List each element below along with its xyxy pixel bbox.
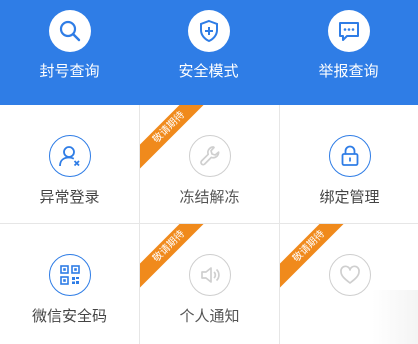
heart-icon: [328, 254, 371, 296]
top-action-bar: 封号查询 安全模式 举报查询: [0, 0, 418, 105]
speaker-icon: [188, 254, 231, 296]
personal-notice-label: 个人通知: [179, 308, 240, 325]
ban-query-label: 封号查询: [39, 63, 100, 80]
grid-divider: [279, 105, 280, 344]
abnormal-login-item[interactable]: 异常登录: [0, 105, 139, 223]
qr-code-icon: [48, 254, 91, 296]
user-alert-icon: [48, 135, 91, 177]
search-icon: [48, 10, 91, 52]
grid-divider: [139, 105, 140, 344]
freeze-unfreeze-label: 冻结解冻: [179, 189, 240, 206]
lock-icon: [328, 135, 371, 177]
abnormal-login-label: 异常登录: [39, 189, 100, 206]
report-query-button[interactable]: 举报查询: [279, 0, 418, 105]
grid-divider: [0, 223, 418, 224]
freeze-unfreeze-item[interactable]: 敬请期待 冻结解冻: [140, 105, 279, 223]
report-query-label: 举报查询: [318, 63, 379, 80]
binding-manage-label: 绑定管理: [319, 189, 380, 206]
wrench-icon: [188, 135, 231, 177]
report-chat-icon: [327, 10, 370, 52]
personal-notice-item[interactable]: 敬请期待 个人通知: [140, 224, 279, 342]
ban-query-button[interactable]: 封号查询: [0, 0, 139, 105]
wechat-security-code-item[interactable]: 微信安全码: [0, 224, 139, 342]
safe-mode-button[interactable]: 安全模式: [139, 0, 278, 105]
wechat-security-code-label: 微信安全码: [31, 308, 107, 325]
safe-mode-label: 安全模式: [178, 63, 239, 80]
binding-manage-item[interactable]: 绑定管理: [280, 105, 418, 223]
shield-plus-icon: [187, 10, 230, 52]
corner-fade: [372, 290, 418, 344]
